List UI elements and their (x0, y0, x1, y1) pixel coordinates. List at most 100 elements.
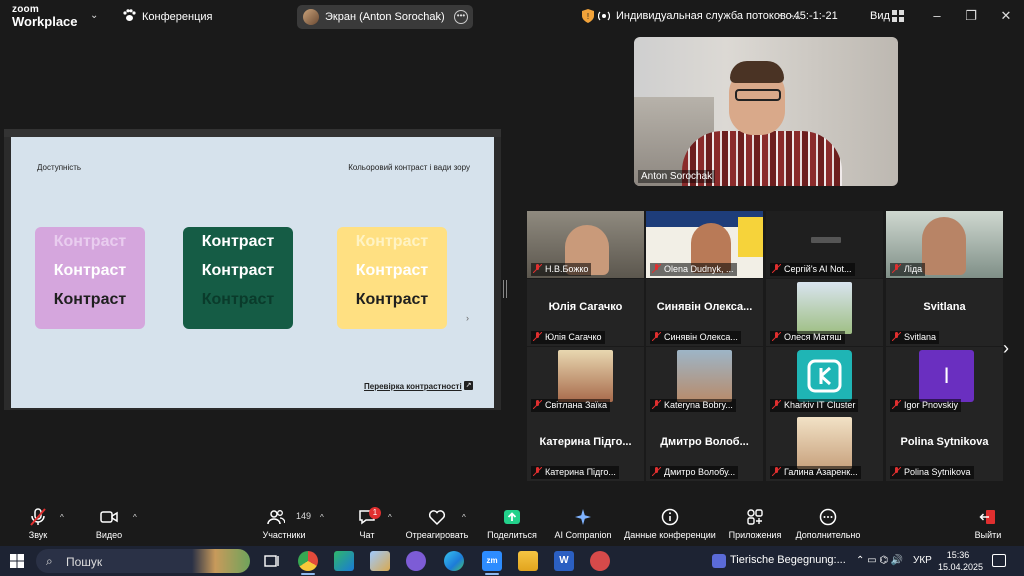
speaker-name: Anton Sorochak (638, 170, 716, 183)
participant-name-text: Kharkiv IT Cluster (784, 400, 856, 410)
chevron-up-icon[interactable]: ^ (60, 513, 64, 522)
restore-icon[interactable]: ❐ (962, 7, 980, 25)
react-button[interactable]: Отреагировать (404, 500, 470, 546)
leave-button[interactable]: Выйти (970, 500, 1006, 546)
minimize-icon[interactable]: – (928, 7, 946, 25)
sparkle-icon (575, 509, 591, 525)
participant-tile[interactable]: Ліда (886, 211, 1003, 278)
system-tray-icons[interactable]: ⌃ ▭ ⌬ 🔊 (856, 555, 903, 566)
participant-big-name: Svitlana (923, 301, 966, 313)
logo-panel (738, 217, 763, 257)
participant-tile[interactable]: Polina Sytnikova Polina Sytnikova (886, 414, 1003, 481)
contrast-text: Контраст (355, 291, 429, 308)
participant-tile[interactable]: Юлія Сагачко Юлія Сагачко (527, 279, 644, 346)
mic-muted-icon (652, 400, 661, 409)
chevron-up-icon[interactable]: ^ (320, 513, 324, 522)
notifications-icon[interactable] (992, 554, 1006, 567)
participant-tile[interactable]: Kateryna Bobry... (646, 347, 763, 414)
word-icon[interactable]: W (554, 551, 574, 571)
chevron-up-icon[interactable]: ^ (133, 513, 137, 522)
audio-button[interactable]: Звук (18, 500, 58, 546)
participant-tile[interactable]: Катерина Підго... Катерина Підго... (527, 414, 644, 481)
mic-muted-icon (533, 264, 542, 273)
participant-tile[interactable]: Світлана Заїка (527, 347, 644, 414)
chevron-down-icon[interactable]: ⌄ (90, 10, 98, 21)
participant-tile[interactable]: Kharkiv IT Cluster (766, 347, 883, 414)
participant-tile[interactable]: Svitlana Svitlana (886, 279, 1003, 346)
participant-big-name: Катерина Підго... (539, 436, 632, 448)
language-indicator[interactable]: УКР (913, 555, 932, 566)
windows-start-icon[interactable] (10, 554, 24, 568)
ai-companion-button[interactable]: AI Companion (550, 500, 616, 546)
conference-label[interactable]: Конференция (142, 11, 212, 23)
participant-tile[interactable]: Синявін Олекса... Синявін Олекса... (646, 279, 763, 346)
active-speaker-video[interactable]: Anton Sorochak (634, 37, 898, 186)
chevron-up-icon[interactable]: ^ (462, 513, 466, 522)
slide-arrow-icon: › (466, 313, 469, 323)
participants-button[interactable]: Участники (260, 500, 308, 546)
participant-name-text: Олеся Матяш (784, 332, 842, 342)
heart-icon (428, 510, 446, 526)
gallery-next-icon[interactable]: › (1003, 338, 1009, 359)
participants-icon (267, 510, 285, 525)
info-icon (661, 508, 679, 526)
kharkiv-it-cluster-logo (797, 350, 852, 402)
participant-name-text: Н.В.Божко (545, 264, 589, 274)
contrast-text: Контраст (201, 291, 275, 308)
screen-share-pill[interactable]: Экран (Anton Sorochak) ••• (297, 5, 473, 29)
participant-name-text: Юлія Сагачко (545, 332, 602, 342)
more-icon[interactable]: ••• (454, 10, 468, 24)
clock[interactable]: 15:36 15.04.2025 (938, 549, 983, 573)
avatar-letter: I (919, 350, 974, 402)
media-title[interactable]: Tierische Begegnung:... (730, 554, 846, 566)
speaker-glasses (735, 89, 781, 101)
meet-icon[interactable] (334, 551, 354, 571)
view-button[interactable]: Вид (870, 10, 890, 22)
participant-name-text: Сергій's AI Not... (784, 264, 852, 274)
viber-icon[interactable] (406, 551, 426, 571)
edge-icon[interactable] (444, 551, 464, 571)
participant-name: Галина Азаренк... (770, 466, 861, 479)
participant-tile[interactable]: Дмитро Волоб... Дмитро Волобу... (646, 414, 763, 481)
meeting-info-button[interactable]: Данные конференции (622, 500, 718, 546)
grid-icon[interactable] (892, 10, 904, 22)
contrast-text: Контраст (53, 262, 127, 279)
zoom-app-icon[interactable]: zm (482, 551, 502, 571)
participant-tile[interactable]: Н.В.Божко (527, 211, 644, 278)
stream-label[interactable]: Индивидуальная служба потоково... (616, 10, 801, 22)
participant-tile[interactable]: Olena Dudnyk, ... (646, 211, 763, 278)
share-button[interactable]: Поделиться (484, 500, 540, 546)
contrast-check-link: Перевірка контрастності (364, 382, 462, 391)
video-button[interactable]: Видео (88, 500, 130, 546)
participant-tile[interactable]: I Igor Pnovskiy (886, 347, 1003, 414)
external-link-icon: ↗ (464, 381, 473, 390)
participant-tile[interactable]: Олеся Матяш (766, 279, 883, 346)
participant-tile[interactable]: Галина Азаренк... (766, 414, 883, 481)
chat-unread-badge: 1 (369, 507, 381, 519)
paint-icon[interactable] (370, 551, 390, 571)
chat-label: Чат (359, 530, 375, 540)
contrast-card-green: Контраст Контраст Контраст (183, 227, 293, 329)
participant-name-text: Галина Азаренк... (784, 467, 858, 477)
participant-photo (558, 350, 613, 402)
participant-name: Олеся Матяш (770, 331, 845, 344)
apps-button[interactable]: Приложения (724, 500, 786, 546)
resize-handle[interactable] (503, 280, 507, 298)
video-camera-icon (100, 511, 118, 523)
participant-name: Н.В.Божко (531, 263, 592, 276)
close-icon[interactable]: ✕ (997, 7, 1015, 25)
chrome-icon[interactable] (298, 551, 318, 571)
audio-label: Звук (28, 530, 48, 540)
participant-tile[interactable]: Сергій's AI Not... (766, 211, 883, 278)
participant-name-text: Svitlana (904, 332, 937, 342)
app-icon[interactable] (590, 551, 610, 571)
file-explorer-icon[interactable] (518, 551, 538, 571)
chevron-down-icon[interactable]: ⌄ (776, 8, 784, 19)
taskbar-search[interactable]: ⌕ Пошук (36, 549, 250, 573)
task-view-icon[interactable] (262, 551, 282, 571)
chevron-up-icon[interactable]: ^ (388, 513, 392, 522)
participant-name: Svitlana (890, 331, 940, 344)
more-button[interactable]: Дополнительно (792, 500, 864, 546)
participant-name-text: Polina Sytnikova (904, 467, 971, 477)
participant-name: Kharkiv IT Cluster (770, 399, 859, 412)
